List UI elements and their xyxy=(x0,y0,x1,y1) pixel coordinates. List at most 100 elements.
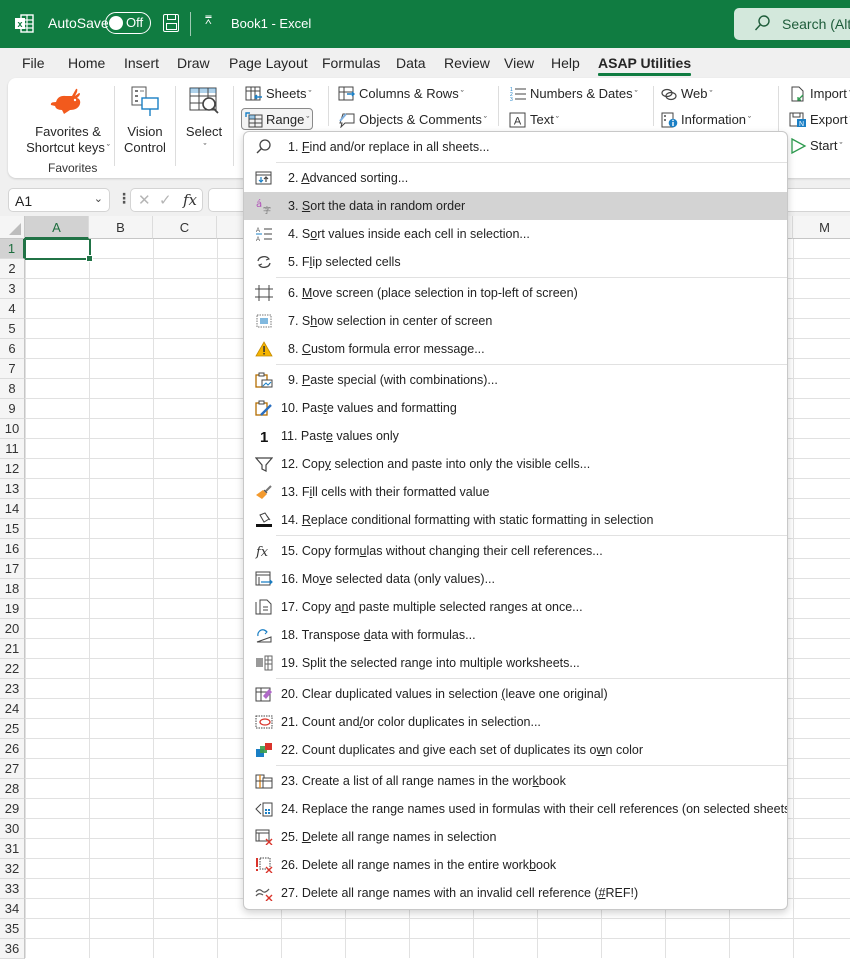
menu-item-4[interactable]: AA4. Sort values inside each cell in sel… xyxy=(244,220,787,248)
row-header-35[interactable]: 35 xyxy=(0,919,25,939)
column-header-b[interactable]: B xyxy=(89,216,153,239)
row-header-31[interactable]: 31 xyxy=(0,839,25,859)
web-button[interactable]: Webˇ xyxy=(657,83,716,105)
column-header-a[interactable]: A xyxy=(25,216,89,239)
row-header-18[interactable]: 18 xyxy=(0,579,25,599)
tab-asap-utilities[interactable]: ASAP Utilities xyxy=(598,55,691,71)
menu-item-19[interactable]: 19. Split the selected range into multip… xyxy=(244,649,787,677)
row-header-22[interactable]: 22 xyxy=(0,659,25,679)
select-all-button[interactable] xyxy=(0,216,25,239)
row-header-25[interactable]: 25 xyxy=(0,719,25,739)
text-button[interactable]: ATextˇ xyxy=(506,109,562,131)
tab-view[interactable]: View xyxy=(504,55,534,71)
menu-item-22[interactable]: 22. Count duplicates and give each set o… xyxy=(244,736,787,764)
menu-item-20[interactable]: 20. Clear duplicated values in selection… xyxy=(244,680,787,708)
row-header-7[interactable]: 7 xyxy=(0,359,25,379)
tab-draw[interactable]: Draw xyxy=(177,55,210,71)
cancel-icon[interactable]: ✕ xyxy=(138,191,151,209)
menu-item-15[interactable]: fx15. Copy formulas without changing the… xyxy=(244,537,787,565)
row-header-17[interactable]: 17 xyxy=(0,559,25,579)
row-header-3[interactable]: 3 xyxy=(0,279,25,299)
row-header-2[interactable]: 2 xyxy=(0,259,25,279)
row-header-29[interactable]: 29 xyxy=(0,799,25,819)
tab-page-layout[interactable]: Page Layout xyxy=(229,55,308,71)
menu-item-26[interactable]: 26. Delete all range names in the entire… xyxy=(244,851,787,879)
tab-insert[interactable]: Insert xyxy=(124,55,159,71)
menu-item-21[interactable]: 21. Count and/or color duplicates in sel… xyxy=(244,708,787,736)
select-button[interactable]: Select ˇ xyxy=(180,86,228,156)
row-header-10[interactable]: 10 xyxy=(0,419,25,439)
active-cell-a1[interactable] xyxy=(24,238,91,260)
row-header-14[interactable]: 14 xyxy=(0,499,25,519)
row-header-32[interactable]: 32 xyxy=(0,859,25,879)
menu-item-17[interactable]: 17. Copy and paste multiple selected ran… xyxy=(244,593,787,621)
export-button[interactable]: NExportˇ xyxy=(786,109,850,131)
objects-comments-button[interactable]: Objects & Commentsˇ xyxy=(335,109,490,131)
row-header-36[interactable]: 36 xyxy=(0,939,25,959)
row-header-24[interactable]: 24 xyxy=(0,699,25,719)
row-header-15[interactable]: 15 xyxy=(0,519,25,539)
menu-item-27[interactable]: 27. Delete all range names with an inval… xyxy=(244,879,787,907)
more-options-icon[interactable]: ⋮ xyxy=(117,190,131,207)
customize-qat-icon[interactable]: ⩞ xyxy=(205,15,212,28)
menu-item-3[interactable]: á字3. Sort the data in random order xyxy=(244,192,787,220)
vision-control-button[interactable]: Vision Control xyxy=(118,86,172,156)
fx-icon[interactable]: fx xyxy=(183,191,197,209)
menu-item-14[interactable]: 14. Replace conditional formatting with … xyxy=(244,506,787,534)
autosave-toggle[interactable]: Off xyxy=(105,12,151,34)
menu-item-12[interactable]: 12. Copy selection and paste into only t… xyxy=(244,450,787,478)
row-header-33[interactable]: 33 xyxy=(0,879,25,899)
row-header-8[interactable]: 8 xyxy=(0,379,25,399)
menu-item-2[interactable]: 2. Advanced sorting... xyxy=(244,164,787,192)
menu-item-1[interactable]: 1. Find and/or replace in all sheets... xyxy=(244,133,787,161)
menu-item-11[interactable]: 111. Paste values only xyxy=(244,422,787,450)
row-header-6[interactable]: 6 xyxy=(0,339,25,359)
row-header-34[interactable]: 34 xyxy=(0,899,25,919)
range-button[interactable]: Rangeˇ xyxy=(241,108,313,130)
menu-item-10[interactable]: 10. Paste values and formatting xyxy=(244,394,787,422)
tab-file[interactable]: File xyxy=(22,55,45,71)
row-header-28[interactable]: 28 xyxy=(0,779,25,799)
row-header-19[interactable]: 19 xyxy=(0,599,25,619)
menu-item-18[interactable]: 18. Transpose data with formulas... xyxy=(244,621,787,649)
favorites-button[interactable]: Favorites & Shortcut keysˇ xyxy=(18,86,118,157)
columns-rows-button[interactable]: Columns & Rowsˇ xyxy=(335,83,467,105)
tab-help[interactable]: Help xyxy=(551,55,580,71)
row-header-13[interactable]: 13 xyxy=(0,479,25,499)
save-icon[interactable] xyxy=(163,14,179,32)
row-header-5[interactable]: 5 xyxy=(0,319,25,339)
sheets-button[interactable]: Sheetsˇ xyxy=(242,83,314,105)
menu-item-23[interactable]: 23. Create a list of all range names in … xyxy=(244,767,787,795)
row-header-9[interactable]: 9 xyxy=(0,399,25,419)
row-header-30[interactable]: 30 xyxy=(0,819,25,839)
row-header-12[interactable]: 12 xyxy=(0,459,25,479)
row-header-4[interactable]: 4 xyxy=(0,299,25,319)
menu-item-5[interactable]: 5. Flip selected cells xyxy=(244,248,787,276)
start-button[interactable]: Startˇ xyxy=(786,135,845,157)
row-header-16[interactable]: 16 xyxy=(0,539,25,559)
tab-home[interactable]: Home xyxy=(68,55,105,71)
menu-item-13[interactable]: 13. Fill cells with their formatted valu… xyxy=(244,478,787,506)
menu-item-9[interactable]: 9. Paste special (with combinations)... xyxy=(244,366,787,394)
chevron-down-icon[interactable]: ⌄ xyxy=(94,192,103,205)
row-header-27[interactable]: 27 xyxy=(0,759,25,779)
tab-data[interactable]: Data xyxy=(396,55,426,71)
import-button[interactable]: Importˇ xyxy=(786,83,850,105)
row-header-23[interactable]: 23 xyxy=(0,679,25,699)
row-header-20[interactable]: 20 xyxy=(0,619,25,639)
tab-formulas[interactable]: Formulas xyxy=(322,55,380,71)
row-header-26[interactable]: 26 xyxy=(0,739,25,759)
information-button[interactable]: Informationˇ xyxy=(657,109,754,131)
menu-item-16[interactable]: 16. Move selected data (only values)... xyxy=(244,565,787,593)
row-header-21[interactable]: 21 xyxy=(0,639,25,659)
column-header-m[interactable]: M xyxy=(793,216,850,239)
menu-item-25[interactable]: 25. Delete all range names in selection xyxy=(244,823,787,851)
row-header-11[interactable]: 11 xyxy=(0,439,25,459)
search-box[interactable]: Search (Alt+Q) xyxy=(734,8,850,40)
column-header-c[interactable]: C xyxy=(153,216,217,239)
row-header-1[interactable]: 1 xyxy=(0,239,25,259)
numbers-dates-button[interactable]: 123Numbers & Datesˇ xyxy=(506,83,641,105)
menu-item-24[interactable]: 24. Replace the range names used in form… xyxy=(244,795,787,823)
menu-item-8[interactable]: 8. Custom formula error message... xyxy=(244,335,787,363)
menu-item-6[interactable]: 6. Move screen (place selection in top-l… xyxy=(244,279,787,307)
